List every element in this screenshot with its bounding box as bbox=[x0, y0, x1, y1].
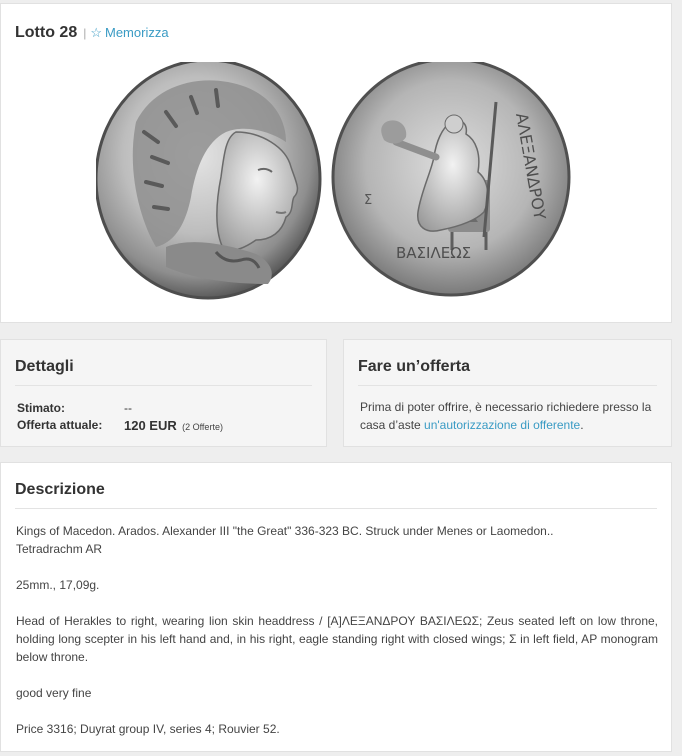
coin-image[interactable]: ΑΛΕΞΑΝΔΡΟΥ ΒΑΣΙΛΕΩΣ Σ bbox=[96, 62, 576, 302]
reverse-legend-bottom: ΒΑΣΙΛΕΩΣ bbox=[396, 244, 471, 262]
description-details: Head of Herakles to right, wearing lion … bbox=[16, 614, 658, 664]
lot-title: Lotto 28 bbox=[15, 24, 78, 41]
estimate-row: Stimato: -- bbox=[17, 401, 132, 415]
current-bid-value: 120 EUR bbox=[124, 418, 177, 433]
estimate-label: Stimato: bbox=[17, 401, 65, 415]
description-heading: Descrizione bbox=[15, 481, 105, 498]
description-grade: good very fine bbox=[16, 686, 92, 700]
description-references: Price 3316; Duyrat group IV, series 4; R… bbox=[16, 722, 280, 736]
details-card: Dettagli Stimato: -- Offerta attuale: 12… bbox=[0, 339, 327, 447]
description-line-1: Kings of Macedon. Arados. Alexander III … bbox=[16, 524, 554, 538]
bidder-authorization-link[interactable]: un'autorizzazione di offerente bbox=[424, 418, 580, 432]
lot-header: Lotto 28 | ☆ Memorizza bbox=[15, 24, 169, 42]
offer-heading: Fare un’offerta bbox=[358, 358, 471, 375]
reverse-coin: ΑΛΕΞΑΝΔΡΟΥ ΒΑΣΙΛΕΩΣ Σ bbox=[331, 62, 571, 297]
memorize-button[interactable]: ☆ Memorizza bbox=[90, 25, 168, 41]
description-body: Kings of Macedon. Arados. Alexander III … bbox=[16, 522, 658, 756]
details-divider bbox=[15, 385, 312, 386]
star-outline-icon: ☆ bbox=[90, 25, 102, 40]
description-size-weight: 25mm., 17,09g. bbox=[16, 578, 100, 592]
memorize-label: Memorizza bbox=[105, 25, 169, 40]
current-bid-label: Offerta attuale: bbox=[17, 418, 103, 432]
offer-card: Fare un’offerta Prima di poter offrire, … bbox=[343, 339, 672, 447]
header-separator: | bbox=[83, 26, 87, 40]
description-card: Descrizione Kings of Macedon. Arados. Al… bbox=[0, 462, 672, 752]
obverse-coin bbox=[96, 62, 322, 300]
offer-text-end: . bbox=[580, 418, 584, 432]
reverse-field-mark: Σ bbox=[364, 193, 372, 208]
estimate-value: -- bbox=[124, 401, 132, 415]
offer-text: Prima di poter offrire, è necessario ric… bbox=[360, 398, 665, 434]
current-bid-row: Offerta attuale: 120 EUR (2 Offerte) bbox=[17, 418, 223, 433]
details-heading: Dettagli bbox=[15, 358, 74, 375]
bid-count: (2 Offerte) bbox=[182, 422, 223, 432]
description-divider bbox=[15, 508, 657, 509]
description-line-2: Tetradrachm AR bbox=[16, 542, 103, 556]
offer-divider bbox=[358, 385, 657, 386]
lot-card: Lotto 28 | ☆ Memorizza ΑΛΕΞΑΝΔΡΟΥ ΒΑΣΙΛΕ… bbox=[0, 3, 672, 323]
